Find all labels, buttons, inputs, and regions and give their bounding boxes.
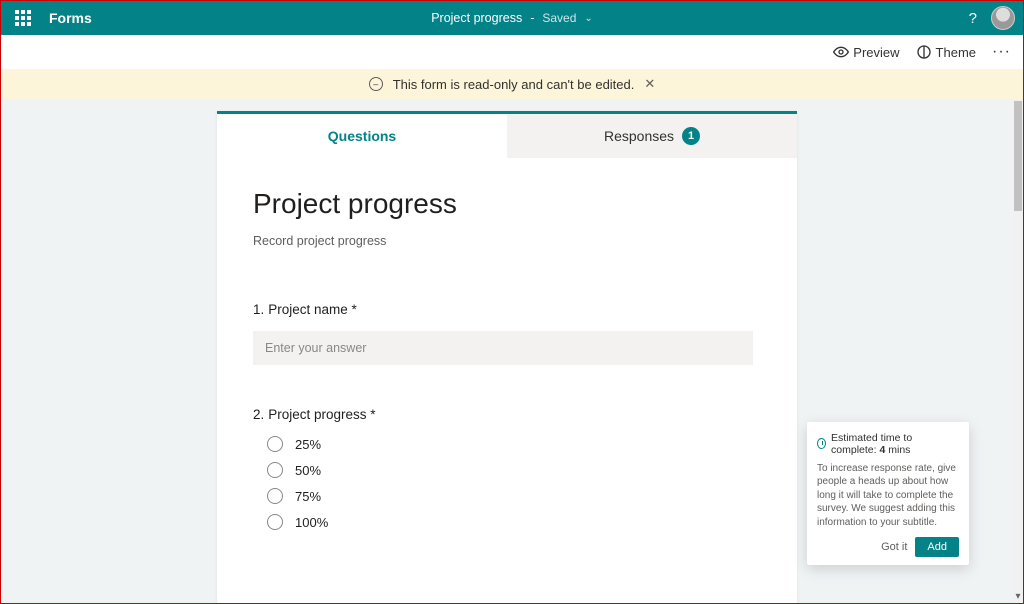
banner-text: This form is read-only and can't be edit… bbox=[393, 77, 635, 92]
question-2-label: 2.Project progress * bbox=[253, 407, 761, 422]
tab-bar: Questions Responses 1 bbox=[217, 114, 797, 158]
form-card: Questions Responses 1 Project progress R… bbox=[217, 111, 797, 603]
doc-separator: - bbox=[530, 11, 534, 25]
option-25[interactable]: 25% bbox=[267, 436, 761, 452]
tip-body: To increase response rate, give people a… bbox=[817, 462, 959, 530]
radio-icon bbox=[267, 488, 283, 504]
preview-button[interactable]: Preview bbox=[833, 44, 899, 60]
theme-icon bbox=[916, 44, 932, 60]
avatar[interactable] bbox=[991, 6, 1015, 30]
scroll-down-icon[interactable]: ▾ bbox=[1013, 589, 1023, 603]
option-100[interactable]: 100% bbox=[267, 514, 761, 530]
clock-icon bbox=[817, 438, 826, 449]
eye-icon bbox=[833, 44, 849, 60]
help-icon[interactable]: ? bbox=[969, 10, 977, 27]
option-75[interactable]: 75% bbox=[267, 488, 761, 504]
toolbar: Preview Theme ··· bbox=[1, 35, 1023, 69]
question-1: 1.Project name * bbox=[253, 302, 761, 365]
option-50[interactable]: 50% bbox=[267, 462, 761, 478]
scroll-thumb[interactable] bbox=[1014, 101, 1022, 211]
preview-label: Preview bbox=[853, 45, 899, 60]
theme-button[interactable]: Theme bbox=[916, 44, 976, 60]
project-name-input[interactable] bbox=[253, 331, 753, 365]
doc-title[interactable]: Project progress bbox=[431, 11, 522, 25]
tip-heading: Estimated time to complete: 4 mins bbox=[817, 432, 959, 456]
theme-label: Theme bbox=[936, 45, 976, 60]
got-it-button[interactable]: Got it bbox=[881, 541, 907, 553]
responses-badge: 1 bbox=[682, 127, 700, 145]
form-title: Project progress bbox=[253, 188, 761, 220]
radio-icon bbox=[267, 514, 283, 530]
save-status: Saved bbox=[542, 11, 576, 25]
radio-icon bbox=[267, 462, 283, 478]
readonly-icon: – bbox=[369, 77, 383, 91]
info-banner: – This form is read-only and can't be ed… bbox=[1, 69, 1023, 99]
scrollbar[interactable]: ▾ bbox=[1013, 99, 1023, 603]
tab-responses[interactable]: Responses 1 bbox=[507, 114, 797, 158]
app-launcher-icon[interactable] bbox=[15, 10, 31, 26]
tab-questions[interactable]: Questions bbox=[217, 114, 507, 158]
add-button[interactable]: Add bbox=[915, 537, 959, 557]
question-2: 2.Project progress * 25% 50% 75% 100% bbox=[253, 407, 761, 530]
estimate-tip: Estimated time to complete: 4 mins To in… bbox=[807, 422, 969, 566]
app-name: Forms bbox=[49, 10, 92, 26]
close-icon[interactable]: ✕ bbox=[644, 76, 655, 92]
radio-icon bbox=[267, 436, 283, 452]
chevron-down-icon[interactable]: ⌄ bbox=[584, 13, 592, 24]
form-description: Record project progress bbox=[253, 234, 761, 248]
doc-title-group: Project progress - Saved ⌄ bbox=[431, 11, 593, 25]
app-header: Forms Project progress - Saved ⌄ ? bbox=[1, 1, 1023, 35]
question-1-label: 1.Project name * bbox=[253, 302, 761, 317]
more-icon[interactable]: ··· bbox=[992, 43, 1011, 61]
